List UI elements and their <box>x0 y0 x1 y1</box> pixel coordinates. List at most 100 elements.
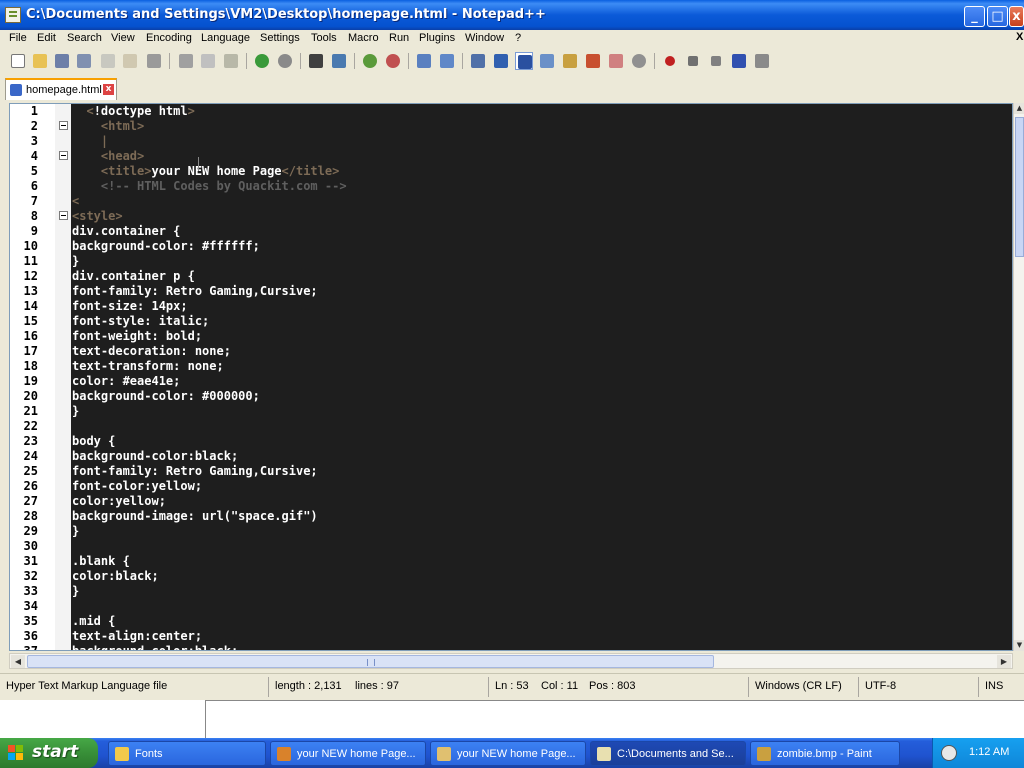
undo-icon[interactable] <box>253 52 271 70</box>
open-file-icon[interactable] <box>31 52 49 70</box>
close-window-button[interactable]: x <box>1009 6 1024 27</box>
menu-tools[interactable]: Tools <box>311 32 337 44</box>
print-icon[interactable] <box>145 52 163 70</box>
code-line[interactable]: 2 <html> <box>10 119 1012 134</box>
code-editor[interactable]: 1 <!doctype html> 2 <html> 3 | 4 <head> 5 <t… <box>9 103 1013 651</box>
code-line[interactable]: 14 font-size: 14px; <box>10 299 1012 314</box>
maximize-button[interactable]: □ <box>987 6 1008 27</box>
code-line[interactable]: 28 background-image: url("space.gif") <box>10 509 1012 524</box>
taskbar-button[interactable]: C:\Documents and Se... <box>590 741 746 766</box>
code-line[interactable]: 12 div.container p { <box>10 269 1012 284</box>
scroll-left-arrow-icon[interactable]: ◀ <box>11 655 25 668</box>
code-line[interactable]: 11} <box>10 254 1012 269</box>
save-all-icon[interactable] <box>75 52 93 70</box>
code-line[interactable]: 30 <box>10 539 1012 554</box>
record-macro-icon[interactable] <box>661 52 679 70</box>
code-line[interactable]: 17 text-decoration: none; <box>10 344 1012 359</box>
replace-icon[interactable] <box>330 52 348 70</box>
menu-edit[interactable]: Edit <box>37 32 56 44</box>
code-line[interactable]: 5 <title>your NEW home Page</title> <box>10 164 1012 179</box>
redo-icon[interactable] <box>276 52 294 70</box>
run-macro-multiple-icon[interactable] <box>730 52 748 70</box>
taskbar-button[interactable]: your NEW home Page... <box>270 741 426 766</box>
code-line[interactable]: 26 font-color:yellow; <box>10 479 1012 494</box>
menu-settings[interactable]: Settings <box>260 32 300 44</box>
word-wrap-icon[interactable] <box>469 52 487 70</box>
find-icon[interactable] <box>307 52 325 70</box>
notepad-app-icon[interactable] <box>5 7 21 23</box>
code-line[interactable]: 19 color: #eae41e; <box>10 374 1012 389</box>
taskbar-button[interactable]: Fonts <box>108 741 266 766</box>
user-defined-language-icon[interactable] <box>538 52 556 70</box>
code-line[interactable]: 24 background-color:black; <box>10 449 1012 464</box>
taskbar-button[interactable]: your NEW home Page... <box>430 741 586 766</box>
code-line[interactable]: 35 .mid { <box>10 614 1012 629</box>
menu-language[interactable]: Language <box>201 32 250 44</box>
scroll-down-arrow-icon[interactable]: ▼ <box>1014 640 1024 651</box>
code-line[interactable]: 29} <box>10 524 1012 539</box>
code-line[interactable]: 31 .blank { <box>10 554 1012 569</box>
code-line[interactable]: 18 text-transform: none; <box>10 359 1012 374</box>
title-bar[interactable]: C:\Documents and Settings\VM2\Desktop\ho… <box>0 0 1024 30</box>
code-line[interactable]: 8 <style> <box>10 209 1012 224</box>
volume-icon[interactable] <box>941 745 957 761</box>
menu-help[interactable]: ? <box>515 32 521 44</box>
horizontal-scroll-thumb[interactable] <box>27 655 714 668</box>
menu-encoding[interactable]: Encoding <box>146 32 192 44</box>
vertical-scroll-thumb[interactable] <box>1015 117 1024 257</box>
indent-guide-icon[interactable] <box>515 52 533 70</box>
monitoring-icon[interactable] <box>630 52 648 70</box>
code-line[interactable]: 37 background-color:black; <box>10 644 1012 650</box>
code-line[interactable]: 23 body { <box>10 434 1012 449</box>
playback-macro-icon[interactable] <box>707 52 725 70</box>
code-line[interactable]: 15 font-style: italic; <box>10 314 1012 329</box>
cut-icon[interactable] <box>177 52 195 70</box>
code-line[interactable]: 7 < <box>10 194 1012 209</box>
vertical-scrollbar[interactable]: ▲ ▼ <box>1013 103 1024 651</box>
code-line[interactable]: 20 background-color: #000000; <box>10 389 1012 404</box>
sync-vertical-icon[interactable] <box>415 52 433 70</box>
document-map-icon[interactable] <box>584 52 602 70</box>
code-line[interactable]: 27 color:yellow; <box>10 494 1012 509</box>
menu-file[interactable]: File <box>9 32 27 44</box>
code-line[interactable]: 32 color:black; <box>10 569 1012 584</box>
code-line[interactable]: 21} <box>10 404 1012 419</box>
menu-view[interactable]: View <box>111 32 135 44</box>
code-line[interactable]: 36 text-align:center; <box>10 629 1012 644</box>
save-icon[interactable] <box>53 52 71 70</box>
show-all-characters-icon[interactable] <box>492 52 510 70</box>
close-document-icon[interactable]: X <box>1016 31 1023 43</box>
scroll-up-arrow-icon[interactable]: ▲ <box>1014 103 1024 114</box>
close-file-icon[interactable] <box>99 52 117 70</box>
code-line[interactable]: 10 background-color: #ffffff; <box>10 239 1012 254</box>
close-all-icon[interactable] <box>121 52 139 70</box>
copy-icon[interactable] <box>199 52 217 70</box>
paste-icon[interactable] <box>222 52 240 70</box>
save-macro-icon[interactable] <box>753 52 771 70</box>
code-line[interactable]: 34 <box>10 599 1012 614</box>
zoom-out-icon[interactable] <box>384 52 402 70</box>
menu-search[interactable]: Search <box>67 32 102 44</box>
menu-run[interactable]: Run <box>389 32 409 44</box>
fold-toggle-icon[interactable] <box>59 211 68 220</box>
tab-close-icon[interactable]: x <box>103 84 114 95</box>
tab-homepage-html[interactable]: homepage.html x <box>5 78 117 100</box>
code-line[interactable]: 3 | <box>10 134 1012 149</box>
code-line[interactable]: 33} <box>10 584 1012 599</box>
stop-recording-icon[interactable] <box>684 52 702 70</box>
code-line[interactable]: 25 font-family: Retro Gaming,Cursive; <box>10 464 1012 479</box>
function-list-icon[interactable] <box>561 52 579 70</box>
minimize-button[interactable]: _ <box>964 6 985 27</box>
new-file-icon[interactable] <box>9 52 27 70</box>
code-line[interactable]: 16 font-weight: bold; <box>10 329 1012 344</box>
sync-horizontal-icon[interactable] <box>438 52 456 70</box>
code-line[interactable]: 13 font-family: Retro Gaming,Cursive; <box>10 284 1012 299</box>
code-line[interactable]: 22 <box>10 419 1012 434</box>
menu-plugins[interactable]: Plugins <box>419 32 455 44</box>
fold-toggle-icon[interactable] <box>59 151 68 160</box>
code-line[interactable]: 1 <!doctype html> <box>10 104 1012 119</box>
fold-toggle-icon[interactable] <box>59 121 68 130</box>
menu-macro[interactable]: Macro <box>348 32 379 44</box>
code-line[interactable]: 6 <!-- HTML Codes by Quackit.com --> <box>10 179 1012 194</box>
code-line[interactable]: 9 div.container { <box>10 224 1012 239</box>
